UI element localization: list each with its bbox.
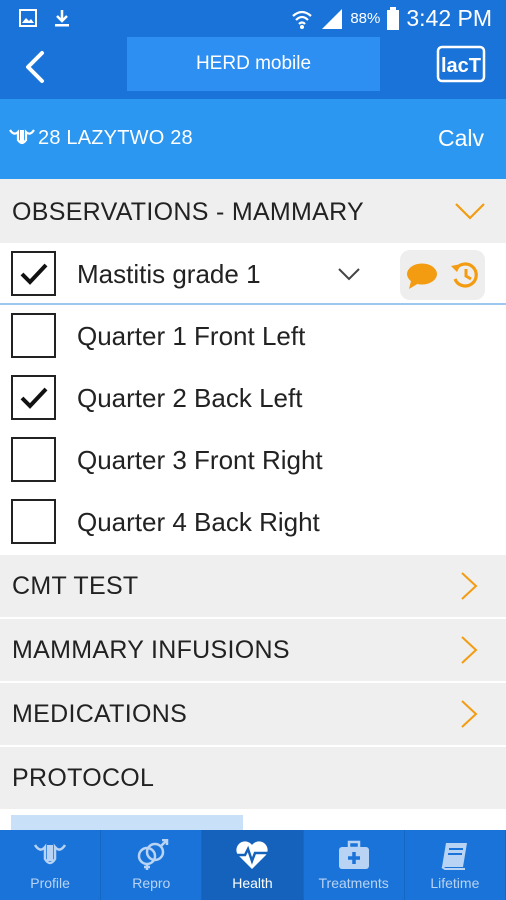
- nav-label: Treatments: [318, 875, 389, 891]
- protocol-selector[interactable]: [11, 815, 243, 830]
- svg-text:lacT: lacT: [441, 55, 481, 77]
- animal-bar: 28 LAZYTWO 28 Calv: [0, 99, 506, 179]
- nav-label: Profile: [30, 875, 70, 891]
- nav-label: Repro: [132, 875, 171, 891]
- gender-icon: [138, 839, 169, 870]
- quarter-label: Quarter 3 Front Right: [77, 445, 323, 475]
- observations-mammary-header[interactable]: OBSERVATIONS - MAMMARY: [0, 179, 506, 243]
- chevron-right-icon: [461, 636, 478, 664]
- nav-treatments[interactable]: Treatments: [304, 830, 405, 900]
- battery-icon: [387, 6, 400, 30]
- section-label: MEDICATIONS: [12, 700, 188, 728]
- nav-repro[interactable]: Repro: [101, 830, 203, 900]
- nav-health[interactable]: Health: [202, 830, 304, 900]
- download-icon: [55, 10, 69, 27]
- signal-icon: [322, 8, 343, 29]
- quarter-row: Quarter 1 Front Left: [0, 305, 506, 367]
- observations-mammary-label: OBSERVATIONS - MAMMARY: [12, 198, 365, 226]
- battery-percent: 88%: [350, 10, 381, 27]
- section-label: CMT TEST: [12, 572, 139, 600]
- wifi-icon: [292, 10, 313, 29]
- bottom-nav: Profile Repro Health Treatments Lifetime: [0, 830, 506, 900]
- nav-label: Lifetime: [430, 875, 480, 891]
- calv-button[interactable]: Calv: [438, 125, 484, 152]
- back-button[interactable]: [16, 47, 56, 87]
- animal-name: 28 LAZYTWO 28: [38, 127, 193, 149]
- comment-icon[interactable]: [406, 262, 438, 290]
- history-icon[interactable]: [450, 260, 480, 290]
- cmt-test-section[interactable]: CMT TEST: [0, 555, 506, 617]
- mastitis-grade-checkbox[interactable]: [11, 251, 56, 296]
- status-bar: 88% 3:42 PM: [0, 0, 506, 37]
- chevron-left-icon: [26, 51, 44, 83]
- app-bar: HERD mobile lacT: [0, 37, 506, 99]
- first-aid-kit-icon: [338, 840, 369, 869]
- quarter-label: Quarter 1 Front Left: [77, 321, 306, 351]
- quarter-row: Quarter 3 Front Right: [0, 429, 506, 491]
- uterus-icon: [34, 843, 67, 865]
- checkmark-icon: [20, 263, 48, 285]
- book-icon: [441, 843, 467, 870]
- section-label: PROTOCOL: [12, 764, 155, 792]
- chevron-down-icon: [455, 203, 485, 220]
- quarter-label: Quarter 2 Back Left: [77, 383, 303, 413]
- lact-icon: lacT: [436, 45, 486, 83]
- quarter-row: Quarter 2 Back Left: [0, 367, 506, 429]
- row-actions: [400, 250, 485, 300]
- nav-lifetime[interactable]: Lifetime: [405, 830, 506, 900]
- grade-dropdown-chevron-icon[interactable]: [337, 267, 361, 281]
- image-icon: [19, 9, 37, 27]
- section-label: MAMMARY INFUSIONS: [12, 636, 290, 664]
- quarter-label: Quarter 4 Back Right: [77, 507, 320, 537]
- heartbeat-icon: [236, 841, 269, 869]
- medications-section[interactable]: MEDICATIONS: [0, 683, 506, 745]
- chevron-right-icon: [461, 572, 478, 600]
- quarter-3-checkbox[interactable]: [11, 437, 56, 482]
- app-title: HERD mobile: [127, 37, 380, 91]
- clock: 3:42 PM: [406, 5, 492, 31]
- nav-label: Health: [232, 875, 273, 891]
- mastitis-grade-row: Mastitis grade 1: [0, 243, 506, 305]
- uterus-icon: [9, 129, 35, 145]
- quarter-row: Quarter 4 Back Right: [0, 491, 506, 553]
- quarter-2-checkbox[interactable]: [11, 375, 56, 420]
- mastitis-grade-label: Mastitis grade 1: [77, 259, 261, 289]
- quarter-1-checkbox[interactable]: [11, 313, 56, 358]
- checkmark-icon: [20, 387, 48, 409]
- quarter-4-checkbox[interactable]: [11, 499, 56, 544]
- protocol-section[interactable]: PROTOCOL: [0, 747, 506, 809]
- chevron-right-icon: [461, 700, 478, 728]
- nav-profile[interactable]: Profile: [0, 830, 102, 900]
- lact-button[interactable]: lacT: [436, 45, 486, 83]
- mammary-infusions-section[interactable]: MAMMARY INFUSIONS: [0, 619, 506, 681]
